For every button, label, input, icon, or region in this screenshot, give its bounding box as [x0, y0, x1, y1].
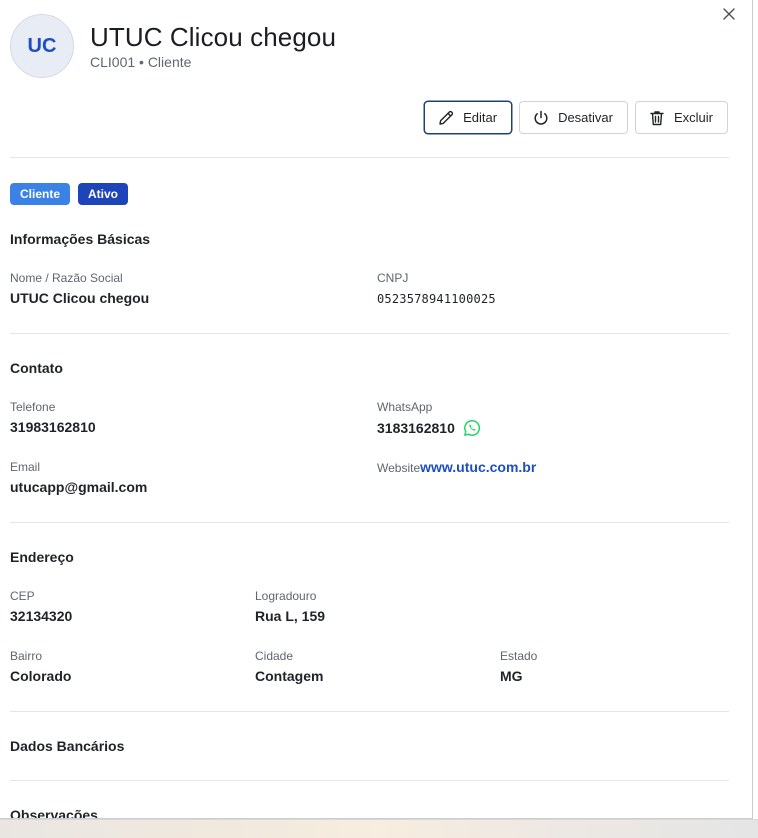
field-value: UTUC Clicou chegou — [10, 290, 150, 306]
field-value: Contagem — [255, 668, 324, 684]
field-name: Nome / Razão Social UTUC Clicou chegou — [10, 271, 149, 306]
field-value: utucapp@gmail.com — [10, 479, 148, 495]
section-title-contact: Contato — [10, 360, 63, 376]
field-label: Email — [10, 460, 41, 474]
field-whatsapp: WhatsApp 3183162810 — [377, 400, 481, 437]
field-label: CNPJ — [377, 271, 409, 285]
taskbar — [0, 819, 758, 838]
website-line: Website www.utuc.com.br — [377, 459, 536, 475]
delete-button[interactable]: Excluir — [634, 101, 728, 134]
whatsapp-link[interactable] — [463, 419, 481, 437]
power-icon — [534, 110, 548, 125]
edit-button[interactable]: Editar — [424, 101, 513, 134]
type-badge: Cliente — [10, 183, 71, 205]
divider — [10, 522, 729, 523]
status-badges: Cliente Ativo — [10, 183, 129, 205]
field-label: Logradouro — [255, 589, 317, 603]
deactivate-button-label: Desativar — [558, 110, 613, 125]
close-button[interactable] — [718, 3, 740, 25]
field-city: Cidade Contagem — [255, 649, 323, 684]
delete-button-label: Excluir — [673, 110, 713, 125]
field-street: Logradouro Rua L, 159 — [255, 589, 325, 624]
field-label: Website — [377, 461, 421, 475]
trash-icon — [650, 110, 664, 125]
field-phone: Telefone 31983162810 — [10, 400, 96, 435]
page-subtitle: CLI001 • Cliente — [90, 54, 192, 70]
section-title-address: Endereço — [10, 549, 74, 565]
field-value: Colorado — [10, 668, 72, 684]
field-email: Email utucapp@gmail.com — [10, 460, 147, 495]
client-detail-panel: UC UTUC Clicou chegou CLI001 • Cliente E… — [0, 0, 753, 819]
avatar: UC — [10, 14, 74, 78]
action-bar: Editar Desativar Excluir — [424, 101, 728, 134]
page-title: UTUC Clicou chegou — [90, 22, 337, 52]
divider — [10, 780, 729, 781]
status-badge: Ativo — [78, 183, 129, 205]
field-cep: CEP 32134320 — [10, 589, 72, 624]
field-label: CEP — [10, 589, 35, 603]
field-label: Estado — [500, 649, 538, 663]
divider — [10, 711, 729, 712]
field-cnpj: CNPJ 0523578941100025 — [377, 271, 496, 306]
divider — [10, 157, 729, 158]
field-label: Bairro — [10, 649, 43, 663]
edit-button-label: Editar — [463, 110, 498, 125]
field-state: Estado MG — [500, 649, 537, 684]
divider — [10, 333, 729, 334]
whatsapp-value-row: 3183162810 — [377, 419, 481, 437]
field-label: Telefone — [10, 400, 56, 414]
field-label: Nome / Razão Social — [10, 271, 123, 285]
pencil-icon — [439, 110, 454, 125]
website-link[interactable]: www.utuc.com.br — [420, 459, 536, 475]
section-title-bank: Dados Bancários — [10, 738, 125, 754]
deactivate-button[interactable]: Desativar — [519, 101, 628, 134]
field-value: Rua L, 159 — [255, 608, 326, 624]
field-value: MG — [500, 668, 523, 684]
close-icon — [723, 8, 735, 20]
section-title-basic: Informações Básicas — [10, 231, 151, 247]
field-label: Cidade — [255, 649, 294, 663]
field-district: Bairro Colorado — [10, 649, 71, 684]
field-website: Website www.utuc.com.br — [377, 459, 536, 475]
field-value: 31983162810 — [10, 419, 96, 435]
field-label: WhatsApp — [377, 400, 433, 414]
field-value: 3183162810 — [377, 420, 455, 436]
field-value: 0523578941100025 — [377, 292, 496, 306]
whatsapp-icon — [463, 420, 480, 436]
field-value: 32134320 — [10, 608, 73, 624]
section-title-notes: Observações — [10, 807, 98, 819]
